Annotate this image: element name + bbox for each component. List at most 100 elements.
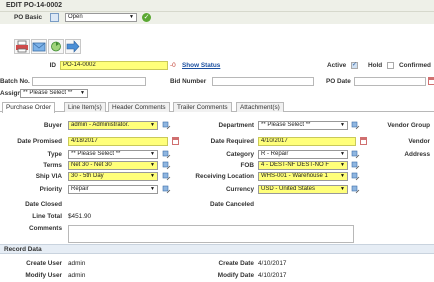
confirmed-label: Confirmed (399, 62, 431, 69)
tab-header-comments[interactable]: Header Comments (108, 102, 170, 112)
chevron-down-icon: ▼ (150, 186, 155, 192)
calendar-icon[interactable] (360, 137, 367, 145)
show-status-link[interactable]: Show Status (182, 62, 220, 69)
ship-via-select[interactable]: 30 - 5th Day ▼ (68, 172, 158, 181)
lookup-icon[interactable] (162, 161, 171, 170)
record-data-title: Record Data (4, 246, 42, 253)
category-select[interactable]: R - Repair ▼ (258, 150, 348, 159)
next-button[interactable] (65, 39, 81, 54)
email-icon (32, 42, 46, 52)
po-basic-label: PO Basic (14, 14, 43, 21)
bid-number-label: Bid Number (170, 78, 207, 85)
active-checkbox[interactable] (351, 61, 358, 69)
tab-bar: Purchase Order Line Item(s) Header Comme… (0, 102, 434, 113)
chevron-down-icon: ▼ (340, 122, 345, 128)
batch-label: Batch No. (0, 78, 30, 85)
refresh-icon (51, 41, 61, 52)
hold-checkbox[interactable] (387, 62, 394, 69)
po-date-label: PO Date (326, 78, 351, 85)
create-date-label: Create Date (218, 260, 254, 267)
terms-select[interactable]: Net 30 - Net 30 ▼ (68, 161, 158, 170)
line-total-value: $451.90 (68, 213, 92, 220)
calendar-icon[interactable] (172, 137, 179, 145)
priority-label: Priority (39, 186, 62, 193)
buyer-select[interactable]: admin - Administrator. ▼ (68, 121, 158, 130)
lookup-icon[interactable] (351, 161, 360, 170)
po-status-select[interactable]: Open ▼ (65, 13, 137, 22)
priority-select[interactable]: Repair ▼ (68, 185, 158, 194)
lookup-icon[interactable] (162, 185, 171, 194)
po-date-field[interactable] (354, 77, 426, 86)
line-total-label: Line Total (32, 213, 62, 220)
currency-select[interactable]: USD - United States ▼ (258, 185, 348, 194)
lookup-icon[interactable] (162, 150, 171, 159)
chevron-down-icon: ▼ (150, 122, 155, 128)
comments-textarea[interactable] (68, 225, 354, 243)
email-button[interactable] (31, 39, 47, 54)
date-closed-label: Date Closed (25, 201, 62, 208)
arrow-right-icon (66, 40, 80, 53)
create-user-value: admin (68, 260, 86, 267)
id-field[interactable]: PO-14-0002 (60, 61, 168, 70)
fob-select[interactable]: 4 - DEST-NF DEST-NO F ▼ (258, 161, 348, 170)
lookup-icon[interactable] (351, 185, 360, 194)
chevron-down-icon: ▼ (340, 151, 345, 157)
type-select[interactable]: ** Please Select ** ▼ (68, 150, 158, 159)
lookup-icon[interactable] (162, 172, 171, 181)
date-promised-field[interactable]: 4/18/2017 (68, 137, 168, 146)
assign-to-select[interactable]: ** Please Select ** ▼ (20, 89, 88, 98)
list-icon[interactable] (50, 13, 59, 22)
refresh-button[interactable] (48, 39, 64, 54)
chevron-down-icon: ▼ (340, 186, 345, 192)
terms-label: Terms (43, 162, 62, 169)
modify-date-value: 4/10/2017 (258, 272, 287, 279)
currency-label: Currency (225, 186, 254, 193)
confirm-check-icon[interactable]: ✓ (142, 13, 151, 22)
id-label: ID (49, 62, 56, 69)
active-label: Active (327, 62, 347, 69)
department-label: Department (218, 122, 254, 129)
calendar-icon[interactable] (428, 77, 434, 85)
chevron-down-icon: ▼ (150, 162, 155, 168)
date-canceled-label: Date Canceled (209, 201, 254, 208)
print-icon (16, 40, 28, 53)
chevron-down-icon: ▼ (340, 173, 345, 179)
date-required-field[interactable]: 4/10/2017 (258, 137, 356, 146)
lookup-icon[interactable] (162, 121, 171, 130)
vendor-group-label: Vendor Group (387, 122, 430, 129)
modify-user-value: admin (68, 272, 86, 279)
comments-label: Comments (28, 225, 62, 232)
tab-attachments[interactable]: Attachment(s) (236, 102, 284, 112)
record-data-header: Record Data (0, 244, 434, 254)
batch-field[interactable] (32, 77, 146, 86)
po-basic-bar: PO Basic Open ▼ ✓ (0, 12, 434, 24)
chevron-down-icon: ▼ (80, 90, 85, 96)
chevron-down-icon: ▼ (340, 162, 345, 168)
tab-trailer-comments[interactable]: Trailer Comments (173, 102, 232, 112)
fob-label: FOB (240, 162, 255, 169)
id-suffix: -0 (170, 62, 176, 69)
modify-date-label: Modify Date (217, 272, 254, 279)
create-date-value: 4/10/2017 (258, 260, 287, 267)
buyer-label: Buyer (43, 122, 62, 129)
page-title: EDIT PO-14-0002 (6, 2, 63, 9)
bid-number-field[interactable] (212, 77, 314, 86)
hold-label: Hold (368, 62, 383, 69)
modify-user-label: Modify User (25, 272, 62, 279)
lookup-icon[interactable] (351, 172, 360, 181)
receiving-location-label: Receiving Location (195, 173, 254, 180)
chevron-down-icon: ▼ (129, 14, 134, 20)
date-required-label: Date Required (210, 138, 254, 145)
print-button[interactable] (14, 39, 30, 54)
receiving-location-select[interactable]: WHS-001 - Warehouse 1 ▼ (258, 172, 348, 181)
chevron-down-icon: ▼ (150, 173, 155, 179)
lookup-icon[interactable] (351, 121, 360, 130)
create-user-label: Create User (26, 260, 62, 267)
address-label: Address (404, 151, 430, 158)
category-label: Category (226, 151, 254, 158)
department-select[interactable]: ** Please Select ** ▼ (258, 121, 348, 130)
lookup-icon[interactable] (351, 150, 360, 159)
ship-via-label: Ship VIA (35, 173, 62, 180)
tab-purchase-order[interactable]: Purchase Order (2, 102, 56, 113)
tab-line-items[interactable]: Line Item(s) (64, 102, 106, 112)
